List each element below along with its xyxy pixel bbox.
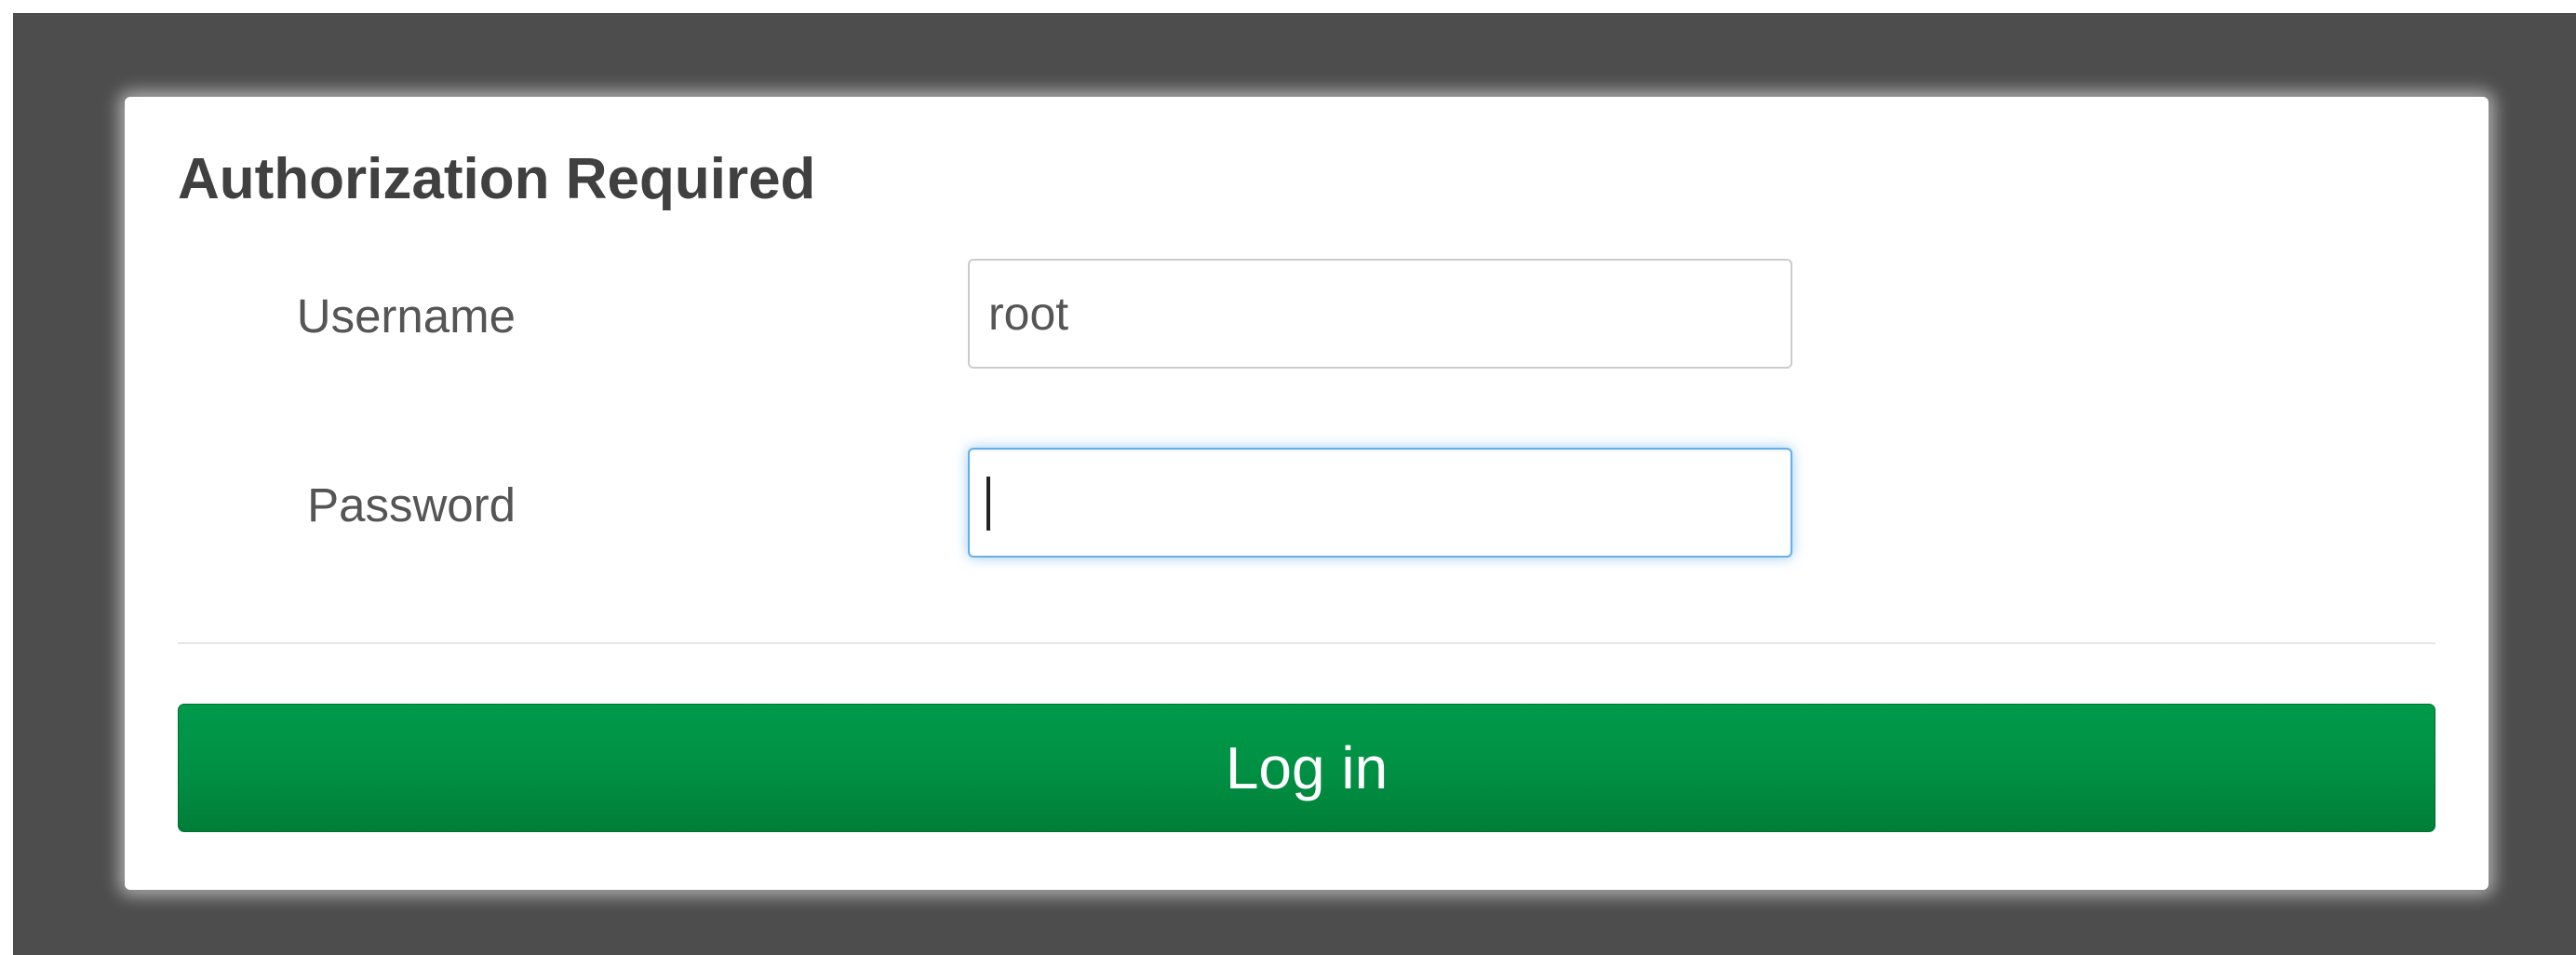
text-caret <box>986 477 990 531</box>
modal-backdrop: Authorization Required Username Password… <box>13 13 2576 955</box>
dialog-title: Authorization Required <box>178 147 816 211</box>
login-button[interactable]: Log in <box>178 704 2435 832</box>
username-input[interactable] <box>968 259 1792 369</box>
password-input[interactable] <box>968 448 1792 558</box>
login-dialog: Authorization Required Username Password… <box>125 97 2489 890</box>
password-label: Password <box>307 478 516 531</box>
username-label: Username <box>296 289 516 343</box>
form-divider <box>178 642 2435 644</box>
